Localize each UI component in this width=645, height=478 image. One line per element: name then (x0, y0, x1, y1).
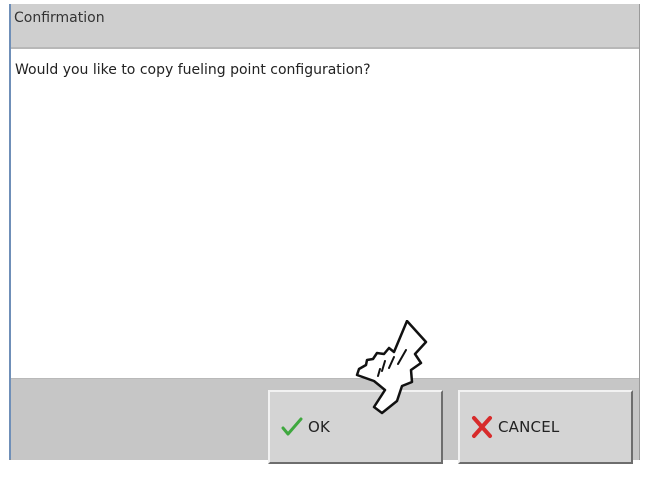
x-mark-icon (468, 413, 496, 441)
cancel-button[interactable]: CANCEL (458, 390, 633, 464)
checkmark-icon (280, 415, 304, 439)
confirmation-message: Would you like to copy fueling point con… (15, 62, 371, 78)
confirmation-dialog: Confirmation Would you like to copy fuel… (9, 4, 640, 464)
dialog-titlebar: Confirmation (11, 4, 639, 49)
dialog-title: Confirmation (14, 10, 105, 26)
dialog-button-bar: OK CANCEL (11, 379, 639, 464)
ok-button[interactable]: OK (268, 390, 443, 464)
cancel-button-label: CANCEL (498, 418, 560, 436)
dialog-content: Would you like to copy fueling point con… (11, 49, 639, 379)
ok-button-label: OK (308, 418, 331, 436)
